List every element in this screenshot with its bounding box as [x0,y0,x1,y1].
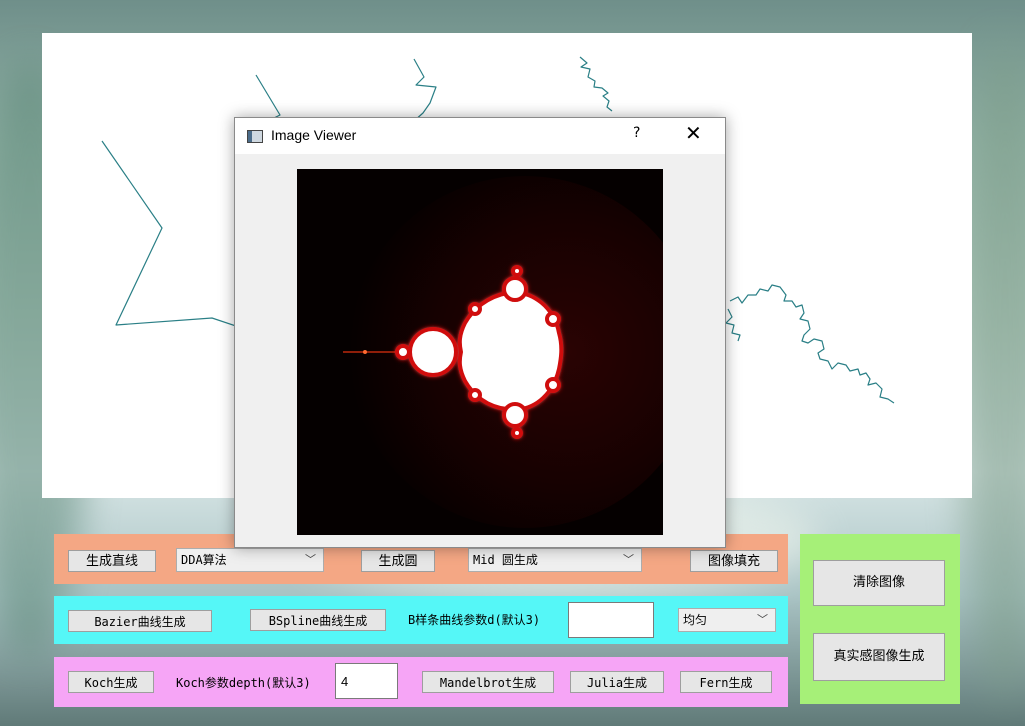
koch-curve-4 [579,56,613,112]
knot-type-value: 均匀 [683,613,708,627]
bspline-curve-button[interactable]: BSpline曲线生成 [250,609,386,631]
koch-depth-input[interactable] [335,663,398,699]
image-viewer-dialog: Image Viewer ? ✕ [234,117,726,548]
generate-circle-button[interactable]: 生成圆 [361,550,435,572]
generate-line-button[interactable]: 生成直线 [68,550,156,572]
koch-depth-label: Koch参数depth(默认3) [176,676,311,690]
fractal-toolbar: Koch生成 Koch参数depth(默认3) Mandelbrot生成 Jul… [54,657,788,707]
bezier-curve-button[interactable]: Bazier曲线生成 [68,610,212,632]
koch-curve-6 [725,308,741,342]
mandelbrot-generate-button[interactable]: Mandelbrot生成 [422,671,554,693]
line-algorithm-select[interactable]: DDA算法 ﹀ [176,548,324,572]
dialog-titlebar[interactable]: Image Viewer ? ✕ [235,118,725,154]
close-icon[interactable]: ✕ [685,121,702,145]
knot-type-select[interactable]: 均匀 ﹀ [678,608,776,632]
koch-curve-3 [413,58,437,122]
koch-generate-button[interactable]: Koch生成 [68,671,154,693]
chevron-down-icon: ﹀ [757,613,768,626]
mandelbrot-image [297,169,663,535]
help-button[interactable]: ? [633,125,640,141]
chevron-down-icon: ﹀ [623,553,634,566]
image-fill-button[interactable]: 图像填充 [690,550,778,572]
circle-algorithm-select[interactable]: Mid 圆生成 ﹀ [468,548,642,572]
circle-algorithm-value: Mid 圆生成 [473,553,538,567]
julia-generate-button[interactable]: Julia生成 [570,671,664,693]
fern-generate-button[interactable]: Fern生成 [680,671,772,693]
realistic-image-button[interactable]: 真实感图像生成 [813,633,945,681]
bspline-param-label: B样条曲线参数d(默认3) [408,613,541,627]
bspline-param-input[interactable] [568,602,654,638]
side-action-panel: 清除图像 真实感图像生成 [800,534,960,704]
dialog-title: Image Viewer [271,127,357,143]
koch-curve-5 [729,284,895,404]
chevron-down-icon: ﹀ [305,553,316,566]
image-viewer-icon [247,130,263,143]
curve-toolbar: Bazier曲线生成 BSpline曲线生成 B样条曲线参数d(默认3) 均匀 … [54,596,788,644]
clear-image-button[interactable]: 清除图像 [813,560,945,606]
line-algorithm-value: DDA算法 [181,553,227,567]
